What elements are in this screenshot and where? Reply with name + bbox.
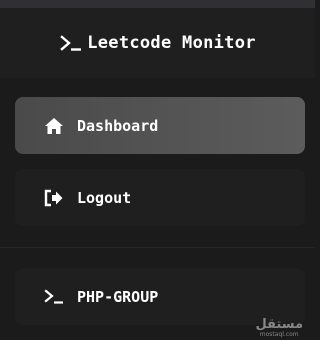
home-icon xyxy=(43,117,65,135)
window-top-bar xyxy=(0,0,315,8)
sidebar-brand: Leetcode Monitor xyxy=(0,8,315,78)
watermark-logo: مستقل mostaql.com xyxy=(255,318,303,338)
terminal-prompt-icon xyxy=(43,288,65,306)
sidebar-item-logout[interactable]: Logout xyxy=(15,169,305,226)
terminal-prompt-icon xyxy=(59,34,83,52)
sidebar-item-dashboard[interactable]: Dashboard xyxy=(15,97,305,154)
logout-icon xyxy=(43,189,65,207)
watermark-text: مستقل xyxy=(255,317,303,332)
sidebar-divider xyxy=(0,247,315,248)
app-title: Leetcode Monitor xyxy=(87,33,256,53)
sidebar-item-label: Logout xyxy=(77,188,132,207)
sidebar-item-label: PHP-GROUP xyxy=(77,287,159,306)
sidebar-item-label: Dashboard xyxy=(77,116,159,135)
watermark-subtext: mostaql.com xyxy=(259,331,299,338)
